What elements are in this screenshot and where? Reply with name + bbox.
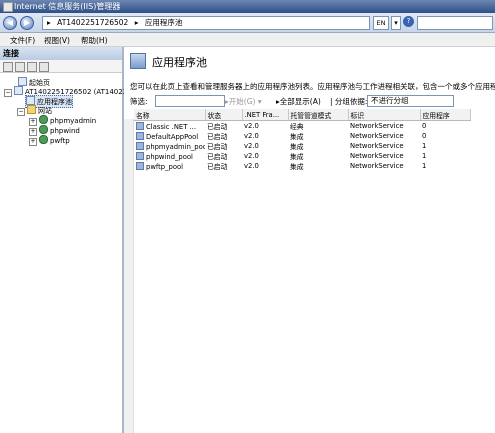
help-icon[interactable]: ?: [403, 16, 414, 27]
collapse-icon[interactable]: −: [17, 108, 25, 116]
pool-apps: 1: [422, 152, 427, 160]
breadcrumb-server[interactable]: AT1402251726502: [57, 18, 128, 27]
apppools-table: 名称 状态 .NET Fra... 托管管道模式 标识 应用程序 Classic…: [134, 109, 471, 171]
pool-netfx: v2.0: [244, 132, 259, 140]
breadcrumb-apppools[interactable]: 应用程序池: [145, 18, 183, 27]
save-icon[interactable]: [15, 62, 25, 72]
title-bar: Internet 信息服务(IIS)管理器: [0, 0, 495, 13]
pool-pipeline: 集成: [290, 133, 304, 141]
collapse-icon[interactable]: −: [4, 89, 12, 97]
pool-netfx: v2.0: [244, 152, 259, 160]
menu-file[interactable]: 文件(F): [10, 35, 35, 46]
pool-identity: NetworkService: [350, 132, 404, 140]
pool-netfx: v2.0: [244, 142, 259, 150]
connect-icon[interactable]: [3, 62, 13, 72]
table-row[interactable]: phpwind_pool 已启动 v2.0 集成 NetworkService …: [134, 151, 470, 161]
expand-icon[interactable]: +: [29, 138, 37, 146]
iis-app-icon: [3, 2, 13, 12]
apppools-panel: 应用程序池 您可以在此页上查看和管理服务器上的应用程序池列表。应用程序池与工作进…: [124, 47, 495, 433]
menu-bar: 文件(F) 视图(V) 帮助(H): [0, 33, 495, 47]
language-indicator[interactable]: EN: [373, 16, 389, 30]
pool-status: 已启动: [207, 143, 228, 151]
pool-identity: NetworkService: [350, 152, 404, 160]
table-header-row: 名称 状态 .NET Fra... 托管管道模式 标识 应用程序: [134, 109, 471, 121]
address-toolbar: ◀ ▶ ▸ AT1402251726502 ▸ 应用程序池 EN ▾ ?: [0, 13, 495, 33]
pool-apps: 0: [422, 122, 427, 130]
column-header-name[interactable]: 名称: [134, 109, 206, 121]
pool-identity: NetworkService: [350, 122, 404, 130]
column-header-netfx[interactable]: .NET Fra...: [242, 109, 289, 121]
globe-icon: [39, 125, 48, 134]
column-header-apps[interactable]: 应用程序: [420, 109, 471, 121]
back-button[interactable]: ◀: [3, 16, 17, 30]
pool-netfx: v2.0: [244, 162, 259, 170]
pool-status: 已启动: [207, 153, 228, 161]
pool-pipeline: 集成: [290, 163, 304, 171]
pool-identity: NetworkService: [350, 142, 404, 150]
chevron-right-icon: ▸: [47, 18, 51, 27]
forward-button[interactable]: ▶: [20, 16, 34, 30]
apppool-icon: [136, 141, 144, 150]
show-all-button[interactable]: ▸全部显示(A): [276, 96, 321, 107]
filter-label: 筛选:: [130, 97, 148, 106]
pool-pipeline: 集成: [290, 143, 304, 151]
home-icon: [18, 77, 27, 86]
apppool-icon: [136, 161, 144, 170]
page-description: 您可以在此页上查看和管理服务器上的应用程序池列表。应用程序池与工作进程相关联，包…: [130, 82, 495, 91]
pool-name: pwftp_pool: [146, 162, 184, 171]
pool-apps: 1: [422, 142, 427, 150]
pool-name: DefaultAppPool: [146, 132, 199, 141]
connections-toolbar: [0, 60, 122, 73]
pool-apps: 0: [422, 132, 427, 140]
apppool-icon: [136, 151, 144, 160]
globe-icon: [39, 115, 48, 124]
table-row[interactable]: phpmyadmin_pool 已启动 v2.0 集成 NetworkServi…: [134, 141, 470, 151]
dropdown-arrow-icon[interactable]: ▾: [391, 16, 401, 30]
column-header-identity[interactable]: 标识: [348, 109, 421, 121]
menu-help[interactable]: 帮助(H): [81, 35, 108, 46]
pool-name: Classic .NET ...: [146, 122, 197, 131]
menu-view[interactable]: 视图(V): [44, 35, 70, 46]
filter-input[interactable]: [155, 95, 225, 107]
pool-netfx: v2.0: [244, 122, 259, 130]
table-row[interactable]: Classic .NET ... 已启动 v2.0 经典 NetworkServ…: [134, 121, 470, 131]
pool-pipeline: 经典: [290, 123, 304, 131]
server-icon: [14, 86, 23, 95]
apppool-icon: [136, 131, 144, 140]
table-row[interactable]: DefaultAppPool 已启动 v2.0 集成 NetworkServic…: [134, 131, 470, 141]
pool-status: 已启动: [207, 133, 228, 141]
table-row[interactable]: pwftp_pool 已启动 v2.0 集成 NetworkService 1: [134, 161, 470, 171]
column-header-status[interactable]: 状态: [205, 109, 243, 121]
pool-name: phpwind_pool: [146, 152, 193, 161]
connections-header: 连接: [0, 47, 122, 60]
apppool-icon: [26, 96, 35, 105]
groupby-select[interactable]: 不进行分组: [367, 95, 454, 107]
apppool-icon: [130, 53, 146, 69]
window-title: Internet 信息服务(IIS)管理器: [14, 2, 121, 11]
pool-pipeline: 集成: [290, 153, 304, 161]
pool-status: 已启动: [207, 123, 228, 131]
pool-apps: 1: [422, 162, 427, 170]
column-header-pipeline[interactable]: 托管管道模式: [288, 109, 349, 121]
pool-identity: NetworkService: [350, 162, 404, 170]
pool-name: phpmyadmin_pool: [146, 142, 205, 151]
tree-site-pwftp[interactable]: + pwftp: [29, 135, 70, 146]
search-box[interactable]: [417, 16, 493, 30]
chevron-right-icon: ▸: [134, 18, 139, 27]
groupby-label: | 分组依据:: [330, 97, 368, 106]
connections-pane: 连接 起始页 − AT1402251726502 (AT1402251 应用程序池…: [0, 47, 136, 433]
globe-icon: [39, 135, 48, 144]
folder-icon: [27, 105, 36, 114]
address-bar[interactable]: ▸ AT1402251726502 ▸ 应用程序池: [42, 16, 370, 30]
refresh-icon[interactable]: [39, 62, 49, 72]
page-title: 应用程序池: [130, 53, 207, 70]
go-button[interactable]: ▸开始(G) ▾: [225, 96, 262, 107]
pool-status: 已启动: [207, 163, 228, 171]
apppool-icon: [136, 121, 144, 130]
vertical-scrollbar[interactable]: [124, 119, 134, 433]
folder-icon[interactable]: [27, 62, 37, 72]
